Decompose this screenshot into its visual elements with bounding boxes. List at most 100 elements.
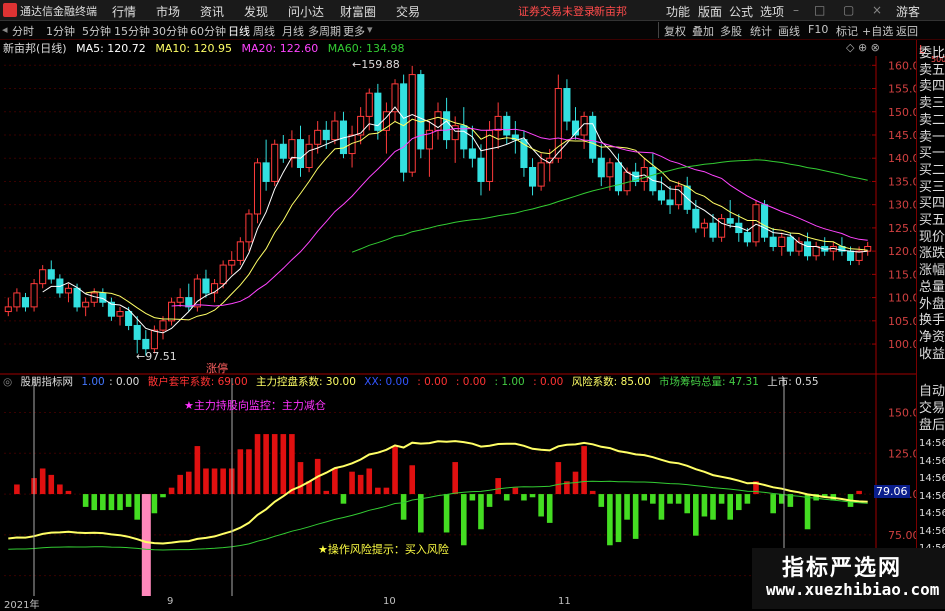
guest-label[interactable]: 游客 xyxy=(896,3,920,20)
candle-body xyxy=(614,162,623,192)
tab-intraday[interactable]: 分时 xyxy=(12,23,34,39)
tool-statistics[interactable]: 统计 xyxy=(750,23,772,39)
login-warning[interactable]: 证券交易未登录 xyxy=(518,3,595,19)
candle-body xyxy=(666,199,674,206)
risk-coefficient: 风险系数: 85.00 xyxy=(571,376,651,388)
tab-multi-period[interactable]: 多周期 xyxy=(308,23,341,39)
candle-body xyxy=(142,338,150,350)
menu-item-quotes[interactable]: 行情 xyxy=(112,3,136,20)
chevron-down-icon[interactable]: ▾ xyxy=(367,23,373,36)
tab-15min[interactable]: 15分钟 xyxy=(114,23,150,39)
indicator-bar-red xyxy=(263,434,269,495)
quote-panel-item[interactable]: 委比 xyxy=(919,46,945,62)
candle-body xyxy=(468,148,476,159)
indicator-bar-red xyxy=(254,434,261,495)
quote-panel-item[interactable]: 涨跌 xyxy=(919,246,945,262)
indicator-bar-green xyxy=(701,494,708,517)
title-bar: 通达信金融终端 行情 市场 资讯 发现 问小达 财富圈 交易 证券交易未登录 新… xyxy=(0,0,945,21)
tab-60min[interactable]: 60分钟 xyxy=(190,23,226,39)
menu-item-formula[interactable]: 公式 xyxy=(729,3,753,20)
tab-more[interactable]: 更多 xyxy=(343,23,365,39)
indicator-bar-red xyxy=(409,465,416,495)
price-tick-label: 145.00 xyxy=(888,129,916,142)
indicator-bar-green xyxy=(418,494,424,533)
candle-body xyxy=(365,92,373,117)
menu-item-wealth[interactable]: 财富圈 xyxy=(340,3,376,20)
trade-time: 14:56 xyxy=(919,473,945,484)
tool-multi-stock[interactable]: 多股 xyxy=(720,23,742,39)
quote-panel-item[interactable]: 收益 xyxy=(919,347,945,363)
menu-item-ask[interactable]: 问小达 xyxy=(288,3,324,20)
candle-body xyxy=(133,324,141,340)
tab-daily[interactable]: 日线 xyxy=(228,23,250,39)
tab-30min[interactable]: 30分钟 xyxy=(152,23,188,39)
tab-1min[interactable]: 1分钟 xyxy=(46,23,75,39)
quote-panel-item[interactable]: 卖二 xyxy=(919,113,945,129)
indicator-bar-green xyxy=(160,494,166,498)
candle-body xyxy=(288,139,296,159)
quote-panel-item[interactable]: 卖四 xyxy=(919,79,945,95)
indicator-bar-red xyxy=(280,434,287,495)
trade-time: 14:56 xyxy=(919,508,945,519)
candle-body xyxy=(279,143,287,159)
indicator-name[interactable]: 股朋指标网 xyxy=(21,376,74,388)
indicator-bar-red xyxy=(357,474,364,495)
tool-back[interactable]: 返回 xyxy=(896,23,918,39)
candle-body xyxy=(451,125,459,141)
maximize-icon[interactable]: □ xyxy=(814,3,825,17)
quote-panel-item[interactable]: 换手 xyxy=(919,313,945,329)
quote-panel-item[interactable]: 净资 xyxy=(919,330,945,346)
close-icon[interactable]: × xyxy=(872,3,882,17)
quote-panel-item[interactable]: 买五 xyxy=(919,213,945,229)
quote-panel-item[interactable]: 买四 xyxy=(919,196,945,212)
indicator-bar-green xyxy=(538,494,544,517)
kline-chart[interactable]: 160.00 155.00 150.00 145.00 140.00 135.00 130.… xyxy=(0,56,916,596)
restore-icon[interactable]: ▢ xyxy=(843,3,854,17)
indicator-bar-red xyxy=(14,484,20,495)
watermark: 指标严选网 www.xuezhibiao.com xyxy=(752,548,945,609)
toolbar-expand-icon[interactable]: ◂ xyxy=(2,23,8,36)
indicator-bar-green xyxy=(469,494,476,501)
tool-add-favorite[interactable]: +自选 xyxy=(862,23,893,39)
market-value: 上市: 0.55 xyxy=(767,376,819,388)
minimize-icon[interactable]: – xyxy=(793,3,799,17)
app-name: 通达信金融终端 xyxy=(20,5,97,18)
quote-panel-item[interactable]: 卖一 xyxy=(919,130,945,146)
quote-panel-item[interactable]: 买一 xyxy=(919,146,945,162)
tool-overlay[interactable]: 叠加 xyxy=(692,23,714,39)
indicator-bar-green xyxy=(598,494,605,507)
tab-weekly[interactable]: 周线 xyxy=(253,23,275,39)
price-tick-label: 110.00 xyxy=(888,292,916,305)
indicator-bar-green xyxy=(804,494,811,530)
quote-panel-lower-item[interactable]: 交易 xyxy=(919,401,945,417)
menu-item-discover[interactable]: 发现 xyxy=(244,3,268,20)
candle-body xyxy=(4,306,12,313)
quote-panel-item[interactable]: 涨幅 xyxy=(919,263,945,279)
tab-5min[interactable]: 5分钟 xyxy=(82,23,111,39)
quote-panel-item[interactable]: 卖五 xyxy=(919,63,945,79)
quote-panel-item[interactable]: 外盘 xyxy=(919,297,945,313)
tool-mark[interactable]: 标记 xyxy=(836,23,858,39)
indicator-bar-red xyxy=(297,462,304,495)
tool-draw[interactable]: 画线 xyxy=(778,23,800,39)
tool-f10[interactable]: F10 xyxy=(808,23,828,36)
quote-panel-lower-item[interactable]: 自动 xyxy=(919,384,945,400)
quote-panel-item[interactable]: 总量 xyxy=(919,280,945,296)
quote-panel-item[interactable]: 买二 xyxy=(919,163,945,179)
quote-panel-item[interactable]: 买三 xyxy=(919,180,945,196)
menu-item-layout[interactable]: 版面 xyxy=(698,3,722,20)
quote-panel-lower-item[interactable]: 盘后 xyxy=(919,418,945,434)
menu-item-function[interactable]: 功能 xyxy=(666,3,690,20)
menu-item-trade[interactable]: 交易 xyxy=(396,3,420,20)
chart-options-icon[interactable]: ◇ ⊕ ⊗ xyxy=(846,41,880,54)
indicator-settings-icon[interactable]: ◎ xyxy=(3,376,12,388)
candle-body xyxy=(812,245,820,257)
price-tick-label: 135.00 xyxy=(888,175,916,188)
quote-panel-item[interactable]: 卖三 xyxy=(919,96,945,112)
menu-item-news[interactable]: 资讯 xyxy=(200,3,224,20)
quote-panel-item[interactable]: 现价 xyxy=(919,230,945,246)
tool-adjust[interactable]: 复权 xyxy=(664,23,686,39)
menu-item-options[interactable]: 选项 xyxy=(760,3,784,20)
tab-monthly[interactable]: 月线 xyxy=(282,23,304,39)
menu-item-market[interactable]: 市场 xyxy=(156,3,180,20)
